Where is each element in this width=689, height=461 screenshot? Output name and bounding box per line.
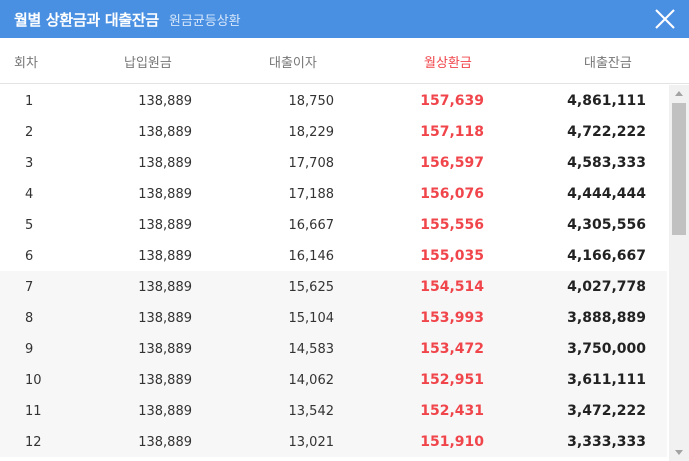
cell-monthly-payment: 152,431 (420, 403, 484, 419)
cell-installment-no: 4 (25, 187, 34, 202)
table-row: 4 138,889 17,188 156,076 4,444,444 (0, 178, 667, 209)
close-button[interactable] (653, 7, 677, 31)
cell-installment-no: 5 (25, 218, 34, 233)
cell-interest: 18,750 (288, 94, 335, 109)
cell-remaining-balance: 4,722,222 (567, 124, 646, 140)
cell-monthly-payment: 153,472 (420, 341, 484, 357)
cell-principal: 138,889 (138, 156, 192, 171)
cell-principal: 138,889 (138, 311, 192, 326)
cell-monthly-payment: 157,118 (420, 124, 484, 140)
cell-principal: 138,889 (138, 187, 192, 202)
table-row: 9 138,889 14,583 153,472 3,750,000 (0, 333, 667, 364)
header-interest: 대출이자 (269, 56, 317, 71)
cell-principal: 138,889 (138, 373, 192, 388)
table-row: 5 138,889 16,667 155,556 4,305,556 (0, 209, 667, 240)
cell-installment-no: 3 (25, 156, 34, 171)
scroll-down-button[interactable] (669, 444, 689, 461)
cell-interest: 16,146 (288, 249, 335, 264)
cell-installment-no: 7 (25, 280, 34, 295)
cell-monthly-payment: 156,076 (420, 186, 484, 202)
cell-remaining-balance: 3,333,333 (567, 434, 646, 450)
cell-monthly-payment: 154,514 (420, 279, 484, 295)
cell-remaining-balance: 4,027,778 (567, 279, 646, 295)
cell-monthly-payment: 157,639 (420, 93, 484, 109)
cell-interest: 13,542 (288, 404, 335, 419)
table-row: 7 138,889 15,625 154,514 4,027,778 (0, 271, 667, 302)
cell-monthly-payment: 153,993 (420, 310, 484, 326)
cell-remaining-balance: 4,305,556 (567, 217, 646, 233)
cell-remaining-balance: 3,472,222 (567, 403, 646, 419)
table-row: 10 138,889 14,062 152,951 3,611,111 (0, 364, 667, 395)
cell-installment-no: 11 (25, 404, 42, 419)
table-row: 12 138,889 13,021 151,910 3,333,333 (0, 426, 667, 457)
cell-installment-no: 2 (25, 125, 34, 140)
scroll-down-arrow-icon (675, 450, 683, 455)
cell-monthly-payment: 151,910 (420, 434, 484, 450)
cell-installment-no: 8 (25, 311, 34, 326)
cell-principal: 138,889 (138, 249, 192, 264)
header-principal: 납입원금 (124, 56, 172, 71)
cell-installment-no: 12 (25, 435, 42, 450)
cell-interest: 18,229 (288, 125, 335, 140)
vertical-scrollbar[interactable] (669, 85, 689, 461)
table-row: 6 138,889 16,146 155,035 4,166,667 (0, 240, 667, 271)
header-monthly: 월상환금 (424, 56, 472, 71)
cell-interest: 15,625 (288, 280, 335, 295)
dialog-titlebar: 월별 상환금과 대출잔금 원금균등상환 (0, 0, 689, 38)
dialog-subtitle: 원금균등상환 (168, 13, 241, 29)
cell-interest: 14,062 (288, 373, 335, 388)
table-header: 회차 납입원금 대출이자 월상환금 대출잔금 (0, 38, 689, 84)
cell-monthly-payment: 156,597 (420, 155, 484, 171)
cell-installment-no: 6 (25, 249, 34, 264)
header-balance: 대출잔금 (584, 56, 632, 71)
cell-remaining-balance: 3,888,889 (567, 310, 646, 326)
cell-remaining-balance: 4,861,111 (567, 93, 646, 109)
schedule-table-body[interactable]: 1 138,889 18,750 157,639 4,861,111 2 138,889 18… (0, 85, 667, 461)
cell-monthly-payment: 152,951 (420, 372, 484, 388)
cell-interest: 17,188 (288, 187, 335, 202)
cell-principal: 138,889 (138, 280, 192, 295)
cell-principal: 138,889 (138, 125, 192, 140)
table-row: 1 138,889 18,750 157,639 4,861,111 (0, 85, 667, 116)
scroll-up-arrow-icon (675, 91, 683, 96)
scroll-up-button[interactable] (669, 85, 689, 102)
cell-monthly-payment: 155,556 (420, 217, 484, 233)
table-row: 8 138,889 15,104 153,993 3,888,889 (0, 302, 667, 333)
cell-interest: 13,021 (288, 435, 335, 450)
cell-interest: 16,667 (288, 218, 335, 233)
cell-installment-no: 9 (25, 342, 34, 357)
cell-installment-no: 10 (25, 373, 42, 388)
cell-remaining-balance: 3,611,111 (567, 372, 646, 388)
cell-remaining-balance: 4,583,333 (567, 155, 646, 171)
table-row: 3 138,889 17,708 156,597 4,583,333 (0, 147, 667, 178)
cell-installment-no: 1 (25, 94, 34, 109)
scrollbar-thumb[interactable] (672, 103, 686, 235)
dialog-title: 월별 상환금과 대출잔금 (14, 10, 159, 29)
header-no: 회차 (14, 56, 38, 71)
cell-principal: 138,889 (138, 218, 192, 233)
cell-remaining-balance: 4,166,667 (567, 248, 646, 264)
table-row: 11 138,889 13,542 152,431 3,472,222 (0, 395, 667, 426)
cell-principal: 138,889 (138, 94, 192, 109)
cell-principal: 138,889 (138, 342, 192, 357)
cell-interest: 17,708 (288, 156, 335, 171)
table-row: 2 138,889 18,229 157,118 4,722,222 (0, 116, 667, 147)
cell-monthly-payment: 155,035 (420, 248, 484, 264)
cell-principal: 138,889 (138, 404, 192, 419)
cell-interest: 14,583 (288, 342, 335, 357)
cell-remaining-balance: 4,444,444 (567, 186, 646, 202)
close-icon (655, 9, 675, 29)
cell-interest: 15,104 (288, 311, 335, 326)
cell-principal: 138,889 (138, 435, 192, 450)
cell-remaining-balance: 3,750,000 (567, 341, 646, 357)
